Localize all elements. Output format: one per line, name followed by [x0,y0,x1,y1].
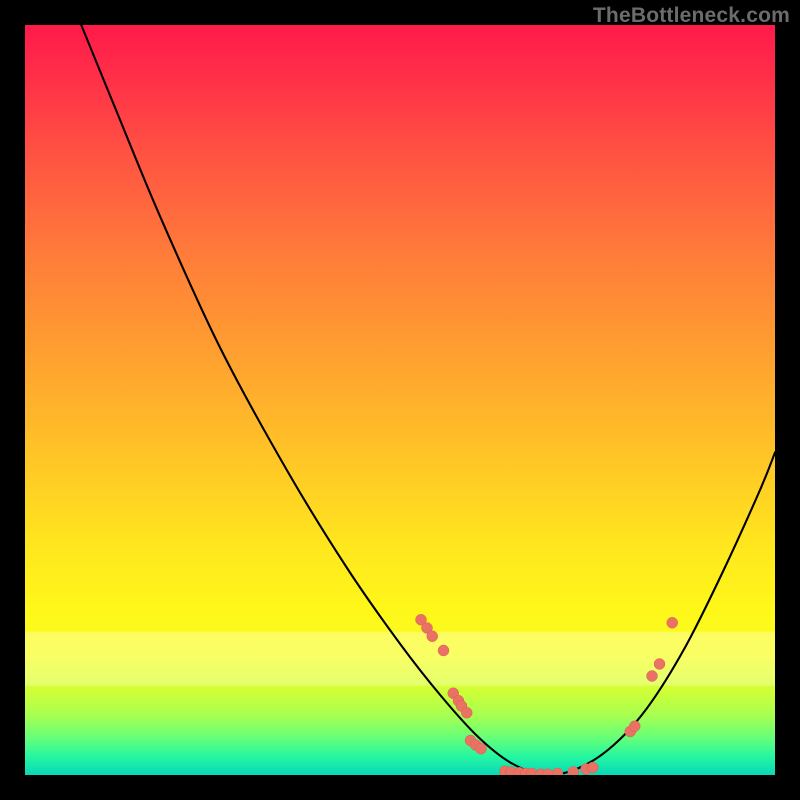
bottleneck-curve [81,25,775,775]
marker-dot [476,743,487,754]
marker-dot [552,768,563,775]
marker-dot [629,721,640,732]
marker-dot [461,707,472,718]
marker-dot [427,631,438,642]
marker-dot [438,645,449,656]
marker-group [416,614,678,775]
marker-dot [654,659,665,670]
marker-dot [667,617,678,628]
marker-dot [587,762,598,773]
plot-area [25,25,775,775]
chart-root: TheBottleneck.com [0,0,800,800]
marker-dot [647,671,658,682]
curve-layer [25,25,775,775]
